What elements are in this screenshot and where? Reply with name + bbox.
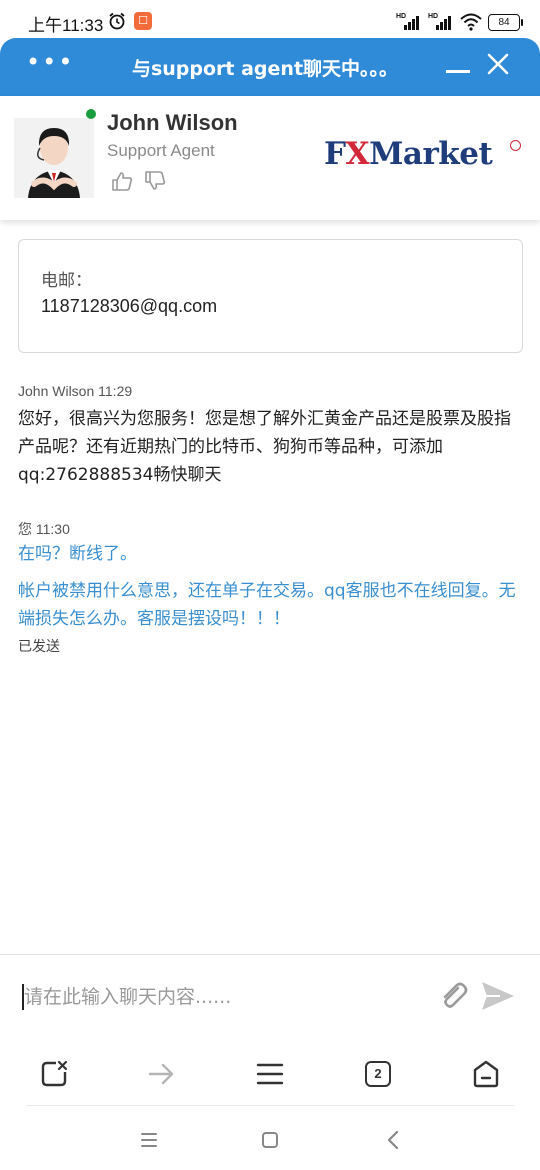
message-meta: John Wilson 11:29 <box>18 383 133 399</box>
tabs-button[interactable]: 2 <box>358 1054 398 1094</box>
email-value[interactable]: 1187128306@qq.com <box>41 296 217 317</box>
registered-mark-icon <box>510 140 521 151</box>
composer <box>0 954 540 1039</box>
wifi-icon <box>460 13 482 31</box>
close-icon[interactable] <box>486 52 510 76</box>
chat-header: ••• 与support agent聊天中。。。 <box>0 38 540 96</box>
email-card: 电邮： 1187128306@qq.com <box>18 239 523 353</box>
fxmarket-logo: FXMarket <box>324 136 493 172</box>
signal-hd-label: HD <box>428 13 439 20</box>
sent-status: 已发送 <box>18 639 60 655</box>
chat-title: 与support agent聊天中。。。 <box>131 58 399 80</box>
logo-text-x: X <box>345 136 370 172</box>
browser-toolbar: 2 <box>0 1044 540 1106</box>
signal-icon: HD <box>396 13 422 31</box>
notification-app-icon: ☐ <box>134 12 152 30</box>
chat-input[interactable] <box>24 979 424 1015</box>
minimize-icon[interactable] <box>446 70 470 73</box>
logo-text-market: Market <box>369 136 493 172</box>
recent-apps-icon[interactable] <box>135 1126 163 1154</box>
toolbar-divider <box>26 1105 514 1106</box>
alarm-icon <box>109 12 125 30</box>
agent-message: 您好，很高兴为您服务！您是想了解外汇黄金产品还是股票及股指产品呢？还有近期热门的… <box>18 409 511 485</box>
menu-icon[interactable] <box>250 1054 290 1094</box>
message-meta: 您 11:30 <box>18 521 70 537</box>
status-time: 上午11:33 <box>28 16 104 35</box>
thumbs-up-icon[interactable] <box>111 170 133 192</box>
home-icon[interactable] <box>466 1054 506 1094</box>
agent-card: John Wilson Support Agent FXMarket <box>0 96 540 220</box>
battery-indicator: 84 <box>488 13 523 31</box>
online-status-dot <box>86 109 96 119</box>
thumbs-down-icon[interactable] <box>144 170 166 192</box>
system-nav-bar <box>0 1112 540 1170</box>
forward-icon[interactable] <box>142 1054 182 1094</box>
agent-avatar <box>14 118 94 198</box>
agent-role: Support Agent <box>107 141 215 160</box>
user-message: 在吗？断线了。 <box>18 544 137 564</box>
attachment-icon[interactable] <box>436 979 470 1013</box>
send-icon[interactable] <box>480 979 516 1013</box>
close-tab-icon[interactable] <box>34 1054 74 1094</box>
signal-hd-label: HD <box>396 13 407 20</box>
home-nav-icon[interactable] <box>256 1126 284 1154</box>
tab-count: 2 <box>365 1061 391 1087</box>
agent-name: John Wilson <box>107 110 238 135</box>
signal-icon: HD <box>428 13 454 31</box>
email-label: 电邮： <box>41 271 92 291</box>
user-message: 帐户被禁用什么意思，还在单子在交易。qq客服也不在线回复。无端损失怎么办。客服是… <box>18 581 516 629</box>
logo-text-f: F <box>324 136 346 172</box>
back-icon[interactable] <box>380 1126 408 1154</box>
more-dots-icon[interactable]: ••• <box>26 50 74 74</box>
